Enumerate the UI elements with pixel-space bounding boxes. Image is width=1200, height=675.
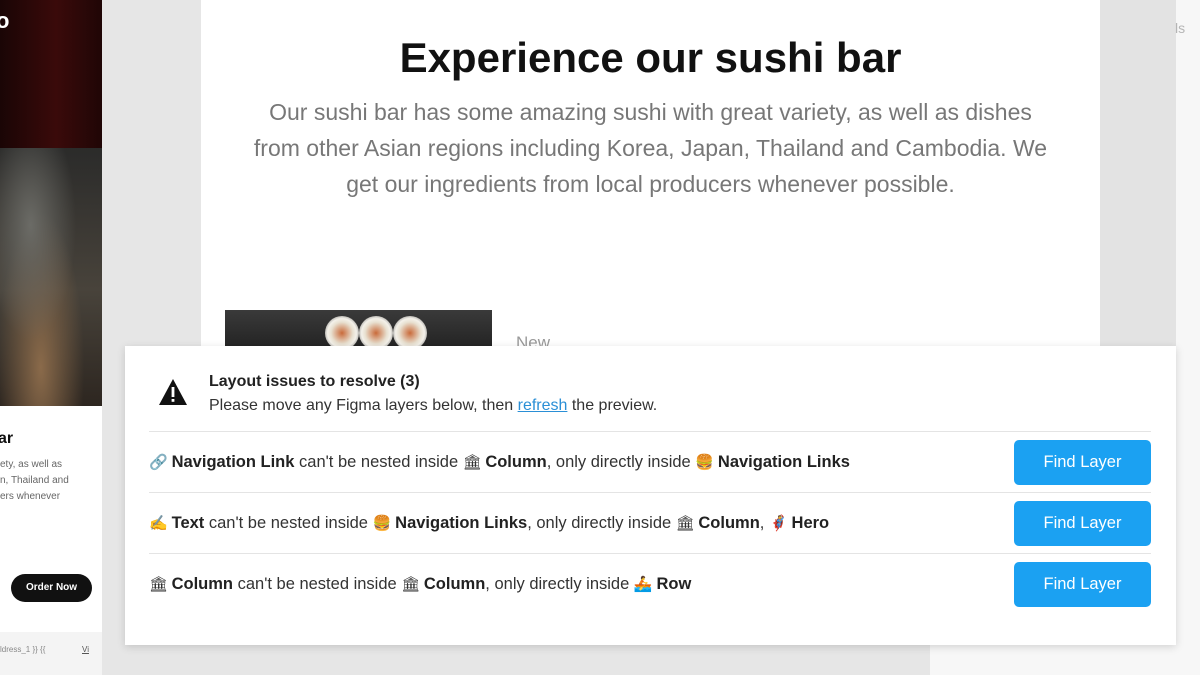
right-side-panel (1176, 0, 1200, 675)
issues-subtitle: Please move any Figma layers below, then… (209, 397, 658, 414)
restaurant-photo (0, 148, 102, 406)
sushi-photo (225, 310, 492, 346)
footer-address-text: ldress_1 }} {{ (0, 645, 46, 654)
find-layer-button[interactable]: Find Layer (1014, 562, 1151, 607)
refresh-link[interactable]: refresh (518, 397, 568, 414)
issue-row: ✍ Text can't be nested inside 🍔 Navigati… (149, 492, 1151, 553)
issue-text: ✍ Text can't be nested inside 🍔 Navigati… (149, 493, 829, 554)
link-icon: 🔗 (149, 454, 168, 471)
issues-title: Layout issues to resolve (3) (209, 373, 420, 390)
section-text: ety, as well as n, Thailand and ers when… (0, 459, 69, 502)
warning-triangle-icon (159, 379, 187, 405)
superhero-icon: 🦸 (768, 515, 788, 532)
rowboat-icon: 🚣 (633, 576, 653, 593)
left-preview-panel: o ar ety, as well as n, Thailand and ers… (0, 0, 102, 675)
page-title: Experience our sushi bar (399, 34, 902, 81)
new-label: New (516, 333, 551, 346)
column-icon: 🏛 (401, 576, 421, 593)
column-icon: 🏛 (462, 454, 482, 471)
issue-text: 🏛 Column can't be nested inside 🏛 Column… (149, 554, 691, 615)
right-panel-label: ls (1175, 20, 1186, 36)
page-description: Our sushi bar has some amazing sushi wit… (253, 99, 1048, 197)
section-heading: ar (0, 430, 14, 447)
issue-row: 🏛 Column can't be nested inside 🏛 Column… (149, 553, 1151, 614)
footer-link[interactable]: Vi (82, 645, 89, 654)
find-layer-button[interactable]: Find Layer (1014, 440, 1151, 485)
issue-text: 🔗 Navigation Link can't be nested inside… (149, 432, 850, 493)
hero-photo (0, 0, 102, 148)
column-icon: 🏛 (675, 515, 695, 532)
logo-text: o (0, 8, 10, 33)
preview-card: Experience our sushi bar Our sushi bar h… (201, 0, 1100, 346)
issue-row: 🔗 Navigation Link can't be nested inside… (149, 431, 1151, 492)
hamburger-icon: 🍔 (372, 515, 392, 532)
writing-hand-icon: ✍ (149, 515, 168, 532)
hamburger-icon: 🍔 (695, 454, 714, 471)
order-now-button[interactable]: Order Now (11, 574, 92, 602)
layout-issues-panel: Layout issues to resolve (3) Please move… (125, 346, 1176, 645)
column-icon: 🏛 (149, 576, 169, 593)
bottom-right-area (930, 645, 1200, 675)
find-layer-button[interactable]: Find Layer (1014, 501, 1151, 546)
